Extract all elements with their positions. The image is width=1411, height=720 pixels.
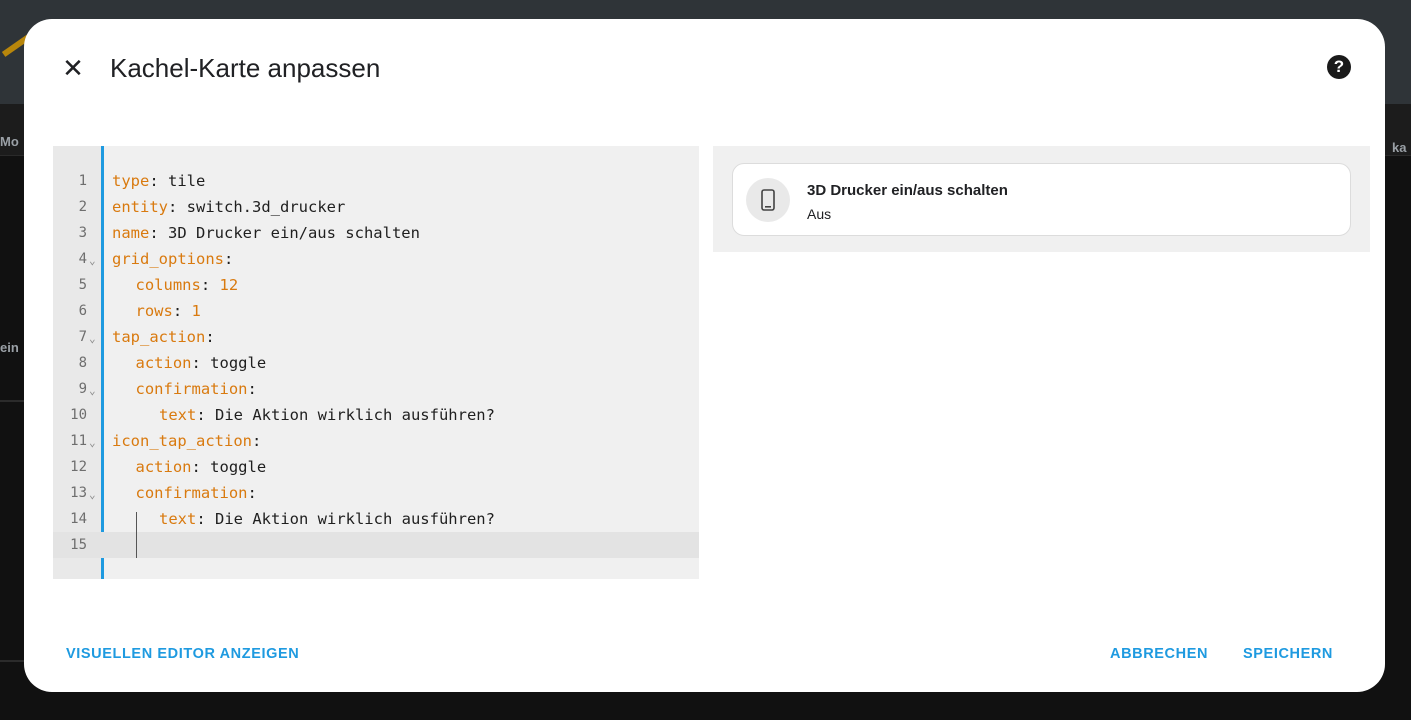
- line-number: 12: [70, 459, 87, 475]
- show-visual-editor-button[interactable]: VISUELLEN EDITOR ANZEIGEN: [66, 646, 299, 662]
- line-number: 13: [70, 485, 87, 501]
- code-text: name: 3D Drucker ein/aus schalten: [112, 224, 420, 242]
- line-number: 2: [78, 199, 87, 215]
- tile-card[interactable]: 3D Drucker ein/aus schalten Aus: [732, 163, 1351, 236]
- line-number: 8: [78, 355, 87, 371]
- code-line[interactable]: 11 ⌄ icon_tap_action:: [53, 428, 699, 454]
- code-line[interactable]: 12 action: toggle: [53, 454, 699, 480]
- line-number: 3: [78, 225, 87, 241]
- code-line[interactable]: 9 ⌄ confirmation:: [53, 376, 699, 402]
- code-text: columns: 12: [135, 276, 239, 294]
- code-line[interactable]: 7 ⌄ tap_action:: [53, 324, 699, 350]
- code-text: grid_options:: [112, 250, 234, 268]
- line-number: 14: [70, 511, 87, 527]
- fold-chevron-icon[interactable]: ⌄: [89, 248, 96, 274]
- code-text: entity: switch.3d_drucker: [112, 198, 346, 216]
- background-divider: [0, 660, 24, 662]
- tile-state: Aus: [807, 206, 832, 222]
- fold-chevron-icon[interactable]: ⌄: [89, 430, 96, 456]
- line-number: 5: [78, 277, 87, 293]
- code-text: action: toggle: [135, 458, 267, 476]
- line-number: 1: [78, 173, 87, 189]
- line-number: 11: [70, 433, 87, 449]
- code-line[interactable]: 6 rows: 1: [53, 298, 699, 324]
- help-circle-icon[interactable]: ?: [1327, 55, 1351, 79]
- background-divider: [0, 400, 24, 402]
- card-preview: 3D Drucker ein/aus schalten Aus: [713, 146, 1370, 252]
- code-line[interactable]: 15: [53, 532, 699, 558]
- line-number: 15: [70, 537, 87, 553]
- code-lines: 1 type: tile 2 entity: switch.3d_drucker 3 na…: [53, 168, 699, 558]
- fold-chevron-icon[interactable]: ⌄: [89, 482, 96, 508]
- close-icon[interactable]: ✕: [60, 55, 86, 81]
- yaml-code-editor[interactable]: 1 type: tile 2 entity: switch.3d_drucker 3 na…: [53, 146, 699, 579]
- code-text: type: tile: [112, 172, 206, 190]
- code-text: icon_tap_action:: [112, 432, 262, 450]
- cellphone-icon: [761, 189, 775, 211]
- tile-icon-container[interactable]: [746, 178, 790, 222]
- indent-guide: [136, 532, 137, 558]
- code-text: rows: 1: [135, 302, 201, 320]
- code-line[interactable]: 13 ⌄ confirmation:: [53, 480, 699, 506]
- line-number: 10: [70, 407, 87, 423]
- line-number: 9: [78, 381, 87, 397]
- dialog-title: Kachel-Karte anpassen: [110, 53, 381, 83]
- code-line[interactable]: 5 columns: 12: [53, 272, 699, 298]
- code-line[interactable]: 4 ⌄ grid_options:: [53, 246, 699, 272]
- line-number: 4: [78, 251, 87, 267]
- cancel-button[interactable]: ABBRECHEN: [1110, 646, 1208, 662]
- code-text: confirmation:: [135, 380, 257, 398]
- background-card-label: ein: [0, 340, 19, 355]
- code-text: action: toggle: [135, 354, 267, 372]
- code-text: text: Die Aktion wirklich ausführen?: [159, 406, 495, 424]
- code-line[interactable]: 3 name: 3D Drucker ein/aus schalten: [53, 220, 699, 246]
- background-tab-label: Mo: [0, 134, 19, 149]
- edit-card-dialog: ✕ Kachel-Karte anpassen ? 1 type: tile 2 en…: [24, 19, 1385, 692]
- tile-name: 3D Drucker ein/aus schalten: [807, 182, 1008, 199]
- fold-chevron-icon[interactable]: ⌄: [89, 378, 96, 404]
- code-line[interactable]: 10 text: Die Aktion wirklich ausführen?: [53, 402, 699, 428]
- background-tab-label-right: ka: [1392, 140, 1407, 155]
- code-line[interactable]: 8 action: toggle: [53, 350, 699, 376]
- code-text: text: Die Aktion wirklich ausführen?: [159, 510, 495, 528]
- code-text: confirmation:: [135, 484, 257, 502]
- save-button[interactable]: SPEICHERN: [1243, 646, 1333, 662]
- line-number: 6: [78, 303, 87, 319]
- line-number: 7: [78, 329, 87, 345]
- code-line[interactable]: 1 type: tile: [53, 168, 699, 194]
- fold-chevron-icon[interactable]: ⌄: [89, 326, 96, 352]
- code-line[interactable]: 14 text: Die Aktion wirklich ausführen?: [53, 506, 699, 532]
- code-text: tap_action:: [112, 328, 215, 346]
- code-line[interactable]: 2 entity: switch.3d_drucker: [53, 194, 699, 220]
- indent-guide: [136, 512, 137, 532]
